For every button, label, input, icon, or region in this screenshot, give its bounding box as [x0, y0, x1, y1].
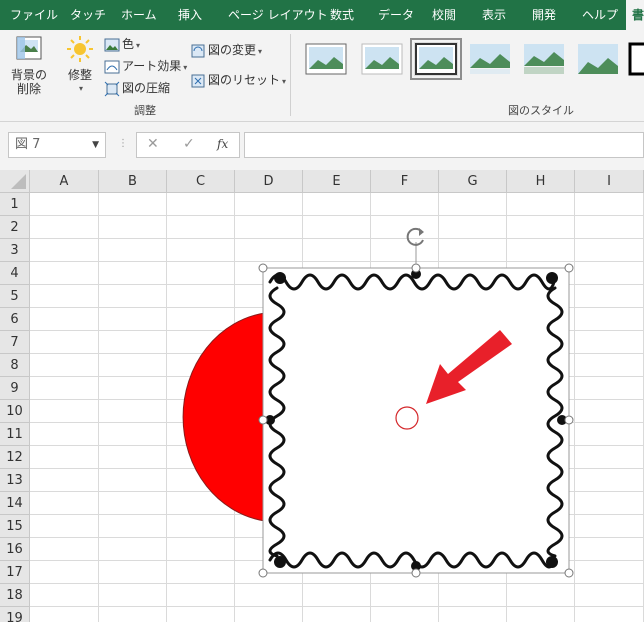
chevron-down-icon: ▾: [258, 47, 263, 56]
picture-style-thumbnail[interactable]: [304, 42, 348, 76]
tab-picture-format[interactable]: 書: [626, 0, 644, 30]
picture-style-thumbnail[interactable]: [522, 42, 566, 76]
chevron-down-icon: ▼: [92, 140, 99, 150]
tab-formulas[interactable]: 数式: [330, 0, 354, 30]
tab-file[interactable]: ファイル: [10, 0, 58, 30]
chevron-down-icon: ▾: [282, 77, 287, 86]
red-half-circle-shape[interactable]: [182, 312, 266, 522]
reset-picture-button[interactable]: 図のリセット ▾: [190, 70, 286, 90]
picture-styles-group-label: 図のスタイル: [508, 104, 574, 117]
color-label: 色: [122, 37, 135, 51]
ornamental-frame-picture[interactable]: [263, 268, 569, 573]
artistic-effects-button[interactable]: アート効果 ▾: [104, 56, 187, 76]
artistic-effects-icon: [104, 60, 120, 73]
picture-style-thumbnail[interactable]: [468, 42, 512, 76]
artistic-effects-label: アート効果: [122, 59, 182, 73]
confirm-icon[interactable]: ✓: [183, 136, 195, 152]
change-picture-icon: [191, 44, 205, 57]
ribbon-tab-bar: ファイル タッチ ホーム 挿入 ページ レイアウト 数式 データ 校閲 表示 開…: [0, 0, 644, 30]
insert-function-icon[interactable]: fx: [217, 137, 228, 151]
cancel-icon[interactable]: ✕: [147, 136, 159, 152]
tab-help[interactable]: ヘルプ: [582, 0, 618, 30]
compress-pictures-button[interactable]: 図の圧縮: [104, 78, 170, 98]
remove-background-button[interactable]: 背景の 削除: [6, 34, 52, 96]
group-divider: [290, 34, 291, 116]
picture-style-thumbnail[interactable]: [576, 42, 620, 76]
change-picture-label: 図の変更: [208, 43, 257, 57]
tab-view[interactable]: 表示: [482, 0, 506, 30]
compress-label: 図の圧縮: [122, 81, 171, 95]
tab-developer[interactable]: 開発: [532, 0, 556, 30]
remove-background-label: 背景の 削除: [10, 68, 47, 96]
picture-style-thumbnail-selected[interactable]: [410, 38, 462, 80]
color-icon: [104, 38, 120, 51]
name-box-value: 図 7: [15, 137, 41, 152]
chevron-down-icon: ▾: [183, 63, 188, 72]
tab-insert[interactable]: 挿入: [178, 0, 202, 30]
worksheet-grid[interactable]: ABCDEFGHI 1 2 3 4 5 6 7 8 9 10 11 12 13 14 15 16 17 18 19: [0, 170, 644, 622]
formula-input[interactable]: [244, 132, 644, 158]
remove-background-icon: [16, 36, 42, 60]
rotate-handle-icon[interactable]: [406, 227, 424, 264]
adjust-group-label: 調整: [134, 104, 156, 117]
name-box[interactable]: 図 7 ▼: [8, 132, 106, 158]
tab-touch[interactable]: タッチ: [70, 0, 106, 30]
reset-picture-label: 図のリセット: [208, 73, 281, 87]
picture-style-thumbnail[interactable]: [360, 42, 404, 76]
tab-home[interactable]: ホーム: [121, 0, 157, 30]
compress-icon: [104, 81, 120, 96]
reset-picture-icon: [191, 74, 205, 87]
chevron-down-icon: ▾: [136, 41, 141, 50]
more-options-icon: ⋮: [118, 138, 128, 149]
formula-bar: 図 7 ▼ ⋮ ✕ ✓ fx: [0, 122, 644, 170]
ribbon: 背景の 削除 修整 ▾ 色 ▾ アート効果 ▾ 図の圧縮 図の変更 ▾ 図のリセ…: [0, 30, 644, 122]
formula-buttons: ✕ ✓ fx: [136, 132, 240, 158]
corrections-button[interactable]: 修整 ▾: [62, 34, 98, 96]
chevron-down-icon: ▾: [78, 84, 83, 93]
sun-icon: [67, 36, 93, 62]
tab-data[interactable]: データ: [378, 0, 414, 30]
tab-review[interactable]: 校閲: [432, 0, 456, 30]
color-button[interactable]: 色 ▾: [104, 34, 140, 54]
change-picture-button[interactable]: 図の変更 ▾: [190, 40, 262, 60]
drawing-layer: [182, 227, 574, 578]
corrections-label: 修整: [67, 68, 92, 82]
picture-style-thumbnail[interactable]: [628, 42, 644, 76]
tab-page-layout[interactable]: ページ レイアウト: [228, 0, 328, 30]
